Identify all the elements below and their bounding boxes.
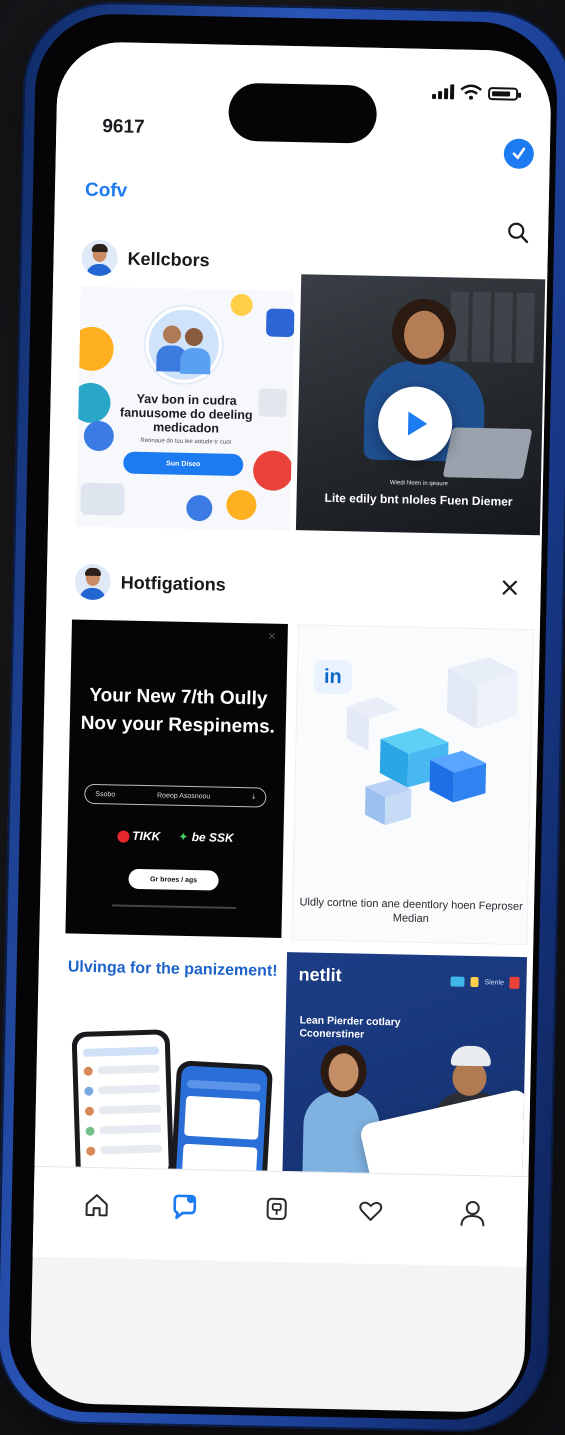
avatar[interactable] xyxy=(74,563,112,601)
infographic-cta-button[interactable]: Sun Diseo xyxy=(123,451,244,477)
phone-screen: 9617 Cofv Kellcbors Yav bon in cudra fan… xyxy=(29,41,552,1414)
partner-logo-2: ✦ be SSK xyxy=(178,829,234,845)
profile-icon xyxy=(460,1201,485,1227)
netlit-card[interactable]: netlit Slenle Lean Pierder cotlary Ccone… xyxy=(282,952,528,1190)
section-header-hotfigations[interactable]: Hotfigations xyxy=(74,563,226,603)
messages-icon xyxy=(173,1194,197,1220)
phone-frame: 9617 Cofv Kellcbors Yav bon in cudra fan… xyxy=(0,0,565,1434)
infographic-people-image xyxy=(144,305,223,384)
promo-input[interactable]: Ssobo Roeop Asosnoou ⤓ xyxy=(84,783,267,808)
phone-mockup-2 xyxy=(169,1060,274,1174)
tab-pages[interactable] xyxy=(261,1194,292,1225)
partner-logos: TIKK ✦ be SSK xyxy=(67,827,283,846)
status-icons xyxy=(431,83,519,101)
section-header-kellcbors[interactable]: Kellcbors xyxy=(81,239,210,279)
infographic-title: Yav bon in cudra fanuusome do deeling me… xyxy=(119,391,253,436)
dismiss-icon[interactable]: ✕ xyxy=(268,632,277,643)
promo-footer-divider xyxy=(111,904,237,909)
close-icon[interactable] xyxy=(501,578,519,596)
video-card[interactable]: Wiedi hleen in qeaure Lite edily bnt nlo… xyxy=(295,274,546,536)
app-area: 9617 Cofv Kellcbors Yav bon in cudra fan… xyxy=(32,41,552,1268)
search-icon[interactable] xyxy=(506,221,530,245)
play-icon xyxy=(407,411,428,436)
bottom-tab-bar xyxy=(32,1165,529,1268)
apps-headline: Ulvinga for the panizement! xyxy=(67,958,278,980)
tab-profile[interactable] xyxy=(457,1198,488,1229)
pages-icon xyxy=(266,1197,287,1221)
heart-icon xyxy=(359,1201,383,1221)
tab-likes[interactable] xyxy=(355,1196,386,1227)
apps-card[interactable]: Ulvinga for the panizement! xyxy=(62,939,280,1174)
phone-mockup-1 xyxy=(71,1029,175,1174)
video-caption: Lite edily bnt nloles Fuen Diemer xyxy=(324,490,513,509)
linkedin-caption: Uldly cortne tion ane deentlory hoen Fep… xyxy=(299,896,523,926)
cubes-illustration xyxy=(346,657,518,826)
linkedin-card[interactable]: in Uldly cortne tion ane deentlory hoen … xyxy=(291,624,534,946)
app-brand[interactable]: Cofv xyxy=(85,180,128,203)
video-caption-small: Wiedi hleen in qeaure xyxy=(389,480,448,488)
netlit-brand: netlit xyxy=(298,964,342,986)
tab-messages[interactable] xyxy=(169,1192,200,1223)
infographic-subtitle: Reonaue do tuu lee aotude tr cuot xyxy=(140,437,232,446)
promo-input-label: Ssobo xyxy=(95,790,116,798)
battery-icon xyxy=(487,87,519,101)
home-icon xyxy=(85,1194,108,1217)
netlit-tag-text: Slenle xyxy=(484,978,505,987)
avatar[interactable] xyxy=(81,239,118,277)
netlit-tags: Slenle xyxy=(450,976,521,989)
partner-logo-1: TIKK xyxy=(117,828,160,843)
phone-bezel: 9617 Cofv Kellcbors Yav bon in cudra fan… xyxy=(7,12,559,1422)
status-time: 9617 xyxy=(102,116,145,138)
section-title: Kellcbors xyxy=(127,248,210,270)
notification-badge-icon[interactable] xyxy=(503,138,535,170)
promo-button[interactable]: Gr broes / ags xyxy=(128,868,219,891)
promo-card-black[interactable]: ✕ Your New 7/th Oully Nov your Respinems… xyxy=(65,619,288,938)
wifi-icon xyxy=(460,84,482,100)
netlit-headline: Lean Pierder cotlary Cconerstiner xyxy=(299,1014,401,1041)
dynamic-island xyxy=(228,82,378,144)
promo-headline: Your New 7/th Oully Nov your Respinems. xyxy=(80,684,276,738)
tab-home[interactable] xyxy=(81,1190,112,1221)
arrow-icon: ⤓ xyxy=(252,793,256,801)
signal-icon xyxy=(431,83,455,100)
section-title: Hotfigations xyxy=(120,572,226,595)
infographic-card[interactable]: Yav bon in cudra fanuusome do deeling me… xyxy=(75,286,295,532)
promo-input-placeholder: Roeop Asosnoou xyxy=(156,791,211,800)
